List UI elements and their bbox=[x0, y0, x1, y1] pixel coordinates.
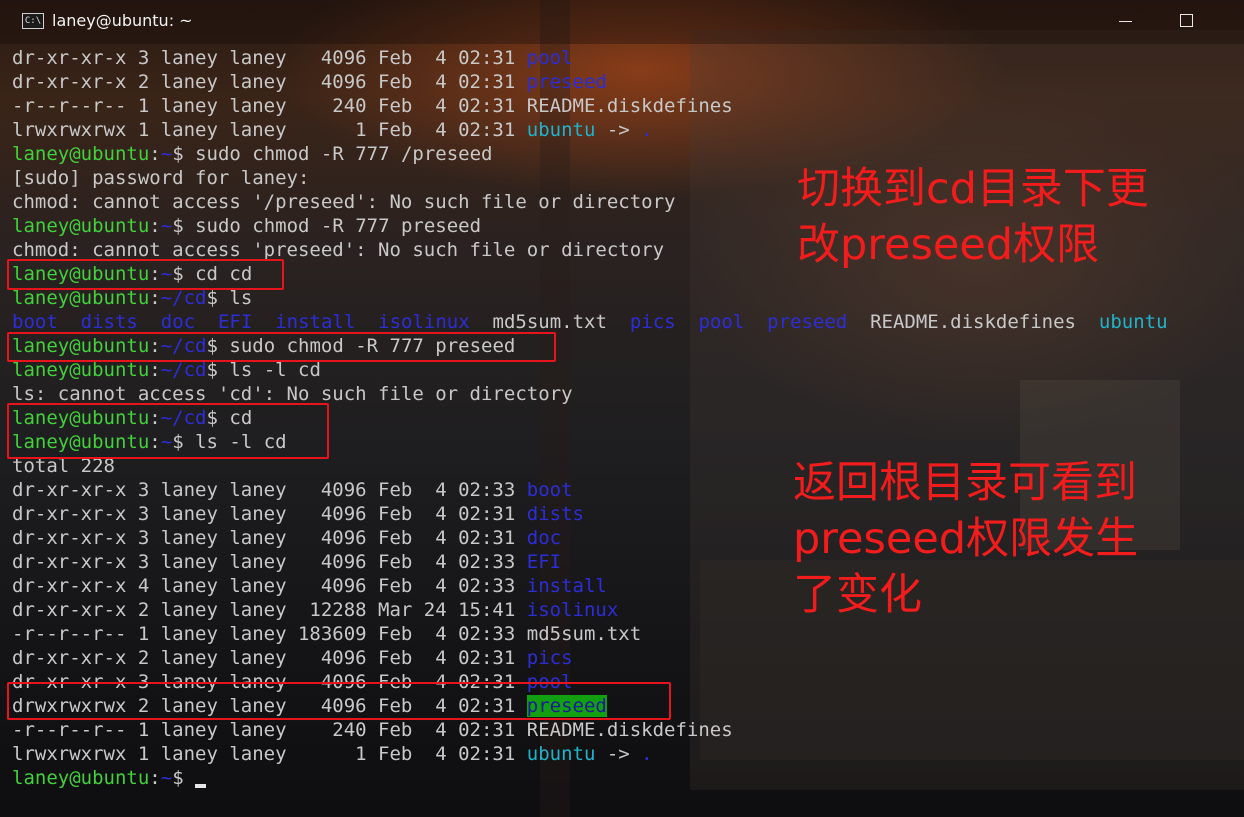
line-ls2-md5sum: -r--r--r-- 1 laney laney 183609 Feb 4 02… bbox=[12, 622, 1244, 646]
terminal-text: -r--r--r-- 1 laney laney 183609 Feb 4 02… bbox=[12, 623, 642, 645]
terminal-text: . bbox=[641, 119, 653, 141]
terminal-text: dr-xr-xr-x 2 laney laney 12288 Mar 24 15… bbox=[12, 599, 527, 621]
terminal-text: preseed bbox=[767, 311, 848, 333]
line-ls-ubuntu: lrwxrwxrwx 1 laney laney 1 Feb 4 02:31 u… bbox=[12, 118, 1244, 142]
terminal-app-icon: C:\ bbox=[22, 13, 44, 29]
window-title: laney@ubuntu: ~ bbox=[52, 11, 193, 30]
maximize-button[interactable] bbox=[1180, 14, 1193, 27]
terminal-text: isolinux bbox=[378, 311, 470, 333]
line-ls2-readme: -r--r--r-- 1 laney laney 240 Feb 4 02:31… bbox=[12, 718, 1244, 742]
annotation-bottom: 返回根目录可看到 preseed权限发生 了变化 bbox=[793, 458, 1139, 620]
terminal-text: : bbox=[149, 143, 161, 165]
minimize-button[interactable] bbox=[1116, 12, 1136, 32]
terminal-text: -> bbox=[595, 119, 642, 141]
title-bar[interactable]: C:\ laney@ubuntu: ~ bbox=[0, 0, 1244, 44]
terminal-text: dr-xr-xr-x 3 laney laney 4096 Feb 4 02:3… bbox=[12, 47, 527, 69]
terminal-text: pics bbox=[629, 311, 676, 333]
terminal-text: ~ bbox=[160, 143, 173, 165]
terminal-text: doc bbox=[160, 311, 196, 333]
terminal-text: lrwxrwxrwx 1 laney laney 1 Feb 4 02:31 bbox=[12, 743, 527, 765]
terminal-text: dr-xr-xr-x 2 laney laney 4096 Feb 4 02:3… bbox=[12, 71, 527, 93]
terminal-text: [sudo] password for laney: bbox=[12, 167, 310, 189]
annotation-top: 切换到cd目录下更 改preseed权限 bbox=[797, 164, 1149, 270]
terminal-text: md5sum.txt bbox=[469, 311, 630, 333]
terminal-text: pool bbox=[698, 311, 745, 333]
terminal-text: install bbox=[275, 311, 356, 333]
terminal-text: ~/cd bbox=[160, 287, 207, 309]
terminal-text: EFI bbox=[526, 551, 562, 573]
terminal-text: dr-xr-xr-x 3 laney laney 4096 Feb 4 02:3… bbox=[12, 527, 527, 549]
terminal-text: ubuntu bbox=[526, 119, 596, 141]
terminal-text: dr-xr-xr-x 4 laney laney 4096 Feb 4 02:3… bbox=[12, 575, 527, 597]
terminal-text: ls: cannot access 'cd': No such file or … bbox=[12, 383, 573, 405]
terminal-text: EFI bbox=[217, 311, 253, 333]
line-ls-pool: dr-xr-xr-x 3 laney laney 4096 Feb 4 02:3… bbox=[12, 46, 1244, 70]
terminal-text: : bbox=[149, 215, 161, 237]
terminal-text: doc bbox=[526, 527, 562, 549]
terminal-text: dr-xr-xr-x 3 laney laney 4096 Feb 4 02:3… bbox=[12, 479, 527, 501]
terminal-text: laney@ubuntu bbox=[12, 287, 150, 309]
highlight-box-return-home bbox=[7, 403, 329, 459]
terminal-text: $ ls -l cd bbox=[206, 359, 321, 381]
terminal-text: ~/cd bbox=[160, 359, 207, 381]
terminal-text: dists bbox=[526, 503, 584, 525]
terminal-text: laney@ubuntu bbox=[12, 767, 150, 789]
terminal-text: : bbox=[149, 287, 161, 309]
terminal-text: boot bbox=[526, 479, 573, 501]
terminal-text: $ sudo chmod -R 777 /preseed bbox=[172, 143, 493, 165]
line-ls2-pics: dr-xr-xr-x 2 laney laney 4096 Feb 4 02:3… bbox=[12, 646, 1244, 670]
terminal-text: ubuntu bbox=[1098, 311, 1168, 333]
terminal-text: isolinux bbox=[526, 599, 619, 621]
line-final-prompt: laney@ubuntu:~$ bbox=[12, 766, 1244, 790]
terminal-text: chmod: cannot access '/preseed': No such… bbox=[12, 191, 676, 213]
terminal-text: ~ bbox=[160, 767, 173, 789]
terminal-text: laney@ubuntu bbox=[12, 215, 150, 237]
terminal-text: lrwxrwxrwx 1 laney laney 1 Feb 4 02:31 bbox=[12, 119, 527, 141]
line-ls-short: boot dists doc EFI install isolinux md5s… bbox=[12, 310, 1244, 334]
terminal-text: laney@ubuntu bbox=[12, 359, 150, 381]
terminal-text: install bbox=[526, 575, 607, 597]
line-ls-readme: -r--r--r-- 1 laney laney 240 Feb 4 02:31… bbox=[12, 94, 1244, 118]
terminal-text: -r--r--r-- 1 laney laney 240 Feb 4 02:31… bbox=[12, 95, 733, 117]
terminal-text: $ bbox=[172, 767, 196, 789]
terminal-text: ubuntu bbox=[526, 743, 596, 765]
highlight-box-preseed-permissions bbox=[7, 682, 671, 720]
terminal-text: ~ bbox=[160, 215, 173, 237]
terminal-text: $ ls bbox=[206, 287, 253, 309]
terminal-text: chmod: cannot access 'preseed': No such … bbox=[12, 239, 665, 261]
terminal-text: dr-xr-xr-x 3 laney laney 4096 Feb 4 02:3… bbox=[12, 551, 527, 573]
highlight-box-cd-command bbox=[7, 259, 284, 290]
terminal-text: pics bbox=[526, 647, 573, 669]
line-ls-preseed: dr-xr-xr-x 2 laney laney 4096 Feb 4 02:3… bbox=[12, 70, 1244, 94]
terminal-text: : bbox=[149, 359, 161, 381]
text-cursor bbox=[195, 784, 207, 788]
terminal-text: -r--r--r-- 1 laney laney 240 Feb 4 02:31… bbox=[12, 719, 733, 741]
terminal-text: dr-xr-xr-x 2 laney laney 4096 Feb 4 02:3… bbox=[12, 647, 527, 669]
terminal-text: dists bbox=[80, 311, 138, 333]
minimize-icon bbox=[1119, 21, 1132, 22]
terminal-text: preseed bbox=[526, 71, 607, 93]
line-ls2-ubuntu: lrwxrwxrwx 1 laney laney 1 Feb 4 02:31 u… bbox=[12, 742, 1244, 766]
terminal-text: boot bbox=[12, 311, 58, 333]
terminal-window: C:\ laney@ubuntu: ~ dr-xr-xr-x 3 laney l… bbox=[0, 0, 1244, 817]
terminal-text: $ sudo chmod -R 777 preseed bbox=[172, 215, 482, 237]
terminal-text: pool bbox=[526, 47, 573, 69]
highlight-box-chmod-command bbox=[7, 332, 556, 362]
terminal-text: laney@ubuntu bbox=[12, 143, 150, 165]
terminal-text: . bbox=[641, 743, 653, 765]
terminal-text: dr-xr-xr-x 3 laney laney 4096 Feb 4 02:3… bbox=[12, 503, 527, 525]
terminal-text: README.diskdefines bbox=[847, 311, 1099, 333]
terminal-text: -> bbox=[595, 743, 642, 765]
terminal-text: : bbox=[149, 767, 161, 789]
